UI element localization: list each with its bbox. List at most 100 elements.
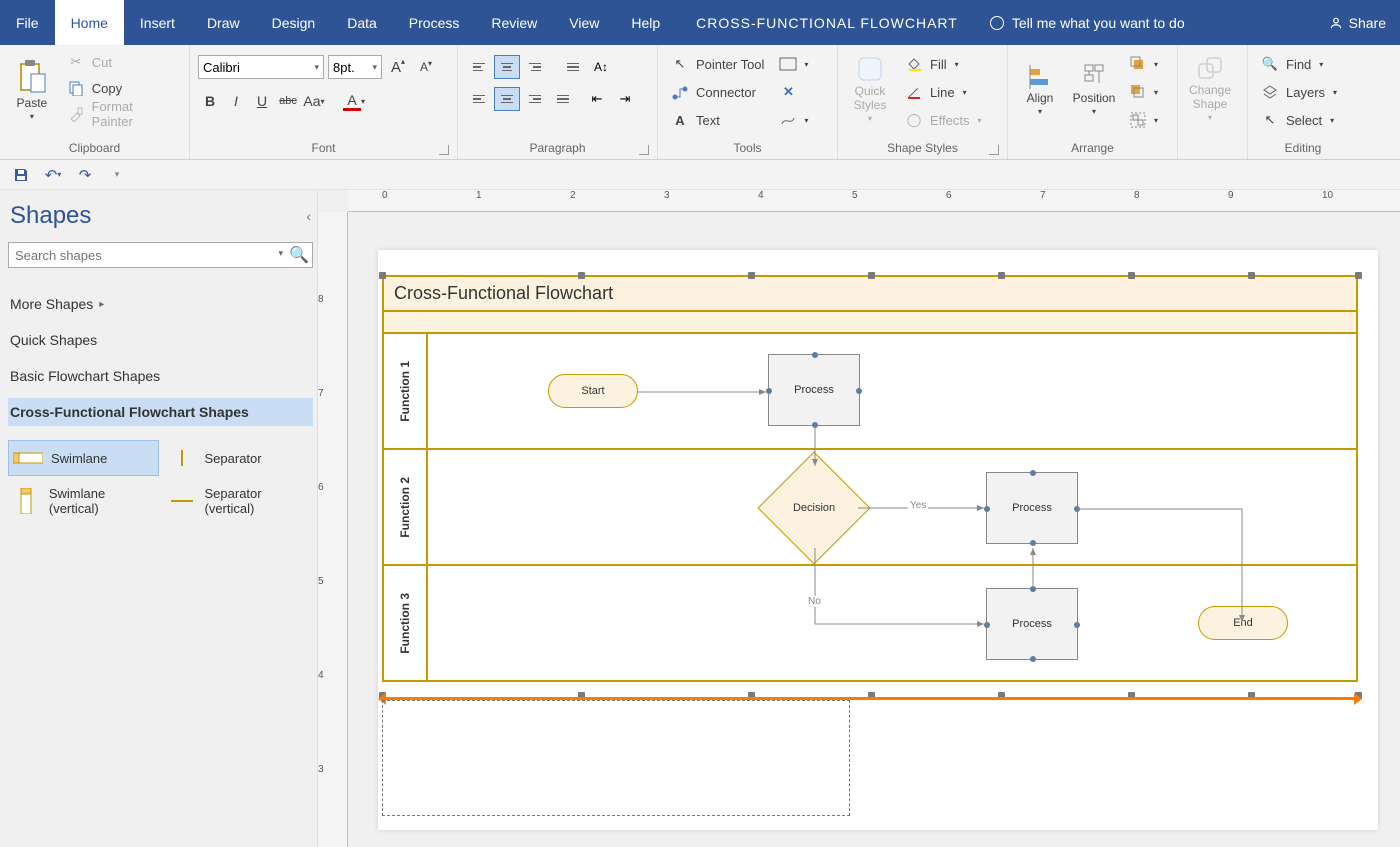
text-tool-button[interactable]: AText bbox=[666, 107, 768, 133]
align-top-left[interactable] bbox=[466, 55, 492, 79]
align-left[interactable] bbox=[466, 87, 492, 111]
canvas[interactable]: 0 1 2 3 4 5 6 7 8 9 10 8 7 6 5 4 3 Cross… bbox=[318, 190, 1400, 847]
line-button[interactable]: Line▾ bbox=[900, 79, 986, 105]
tab-process[interactable]: Process bbox=[393, 0, 476, 45]
paragraph-launcher[interactable] bbox=[639, 145, 649, 155]
redo-button[interactable]: ↷ bbox=[74, 164, 96, 186]
qat-customize[interactable]: ▾ bbox=[106, 164, 128, 186]
tell-me-search[interactable]: Tell me what you want to do bbox=[978, 0, 1197, 45]
tab-help[interactable]: Help bbox=[615, 0, 676, 45]
strike-button[interactable]: abc bbox=[276, 89, 300, 113]
increase-indent-button[interactable]: ⇥ bbox=[612, 87, 638, 111]
tab-data[interactable]: Data bbox=[331, 0, 393, 45]
rectangle-tool-button[interactable]: ▾ bbox=[774, 51, 812, 77]
tab-review[interactable]: Review bbox=[475, 0, 553, 45]
lane-2[interactable]: Function 2 Decision Process Yes bbox=[384, 450, 1356, 566]
change-case-button[interactable]: Aa▾ bbox=[302, 89, 326, 113]
font-name-combo[interactable]: Calibri▾ bbox=[198, 55, 324, 79]
cut-button[interactable]: ✂Cut bbox=[62, 49, 181, 75]
connector-tool-button[interactable]: Connector bbox=[666, 79, 768, 105]
align-button[interactable]: Align▾ bbox=[1016, 49, 1064, 129]
decrease-font-button[interactable]: A▾ bbox=[414, 55, 438, 79]
swimlane-title[interactable]: Cross-Functional Flowchart bbox=[384, 277, 1356, 312]
undo-button[interactable]: ↶▾ bbox=[42, 164, 64, 186]
italic-button[interactable]: I bbox=[224, 89, 248, 113]
basic-flowchart-link[interactable]: Basic Flowchart Shapes bbox=[8, 362, 313, 390]
line-tool-button[interactable]: ▾ bbox=[774, 107, 812, 133]
shape-process-3[interactable]: Process bbox=[986, 588, 1078, 660]
layers-button[interactable]: Layers▾ bbox=[1256, 79, 1341, 105]
shape-process-2[interactable]: Process bbox=[986, 472, 1078, 544]
tab-home[interactable]: Home bbox=[55, 0, 124, 45]
scissors-icon: ✂ bbox=[66, 52, 86, 72]
clipboard-icon bbox=[17, 58, 47, 94]
fill-button[interactable]: Fill▾ bbox=[900, 51, 986, 77]
tab-insert[interactable]: Insert bbox=[124, 0, 191, 45]
connection-point-button[interactable]: ✕ bbox=[774, 79, 812, 105]
phase-bar[interactable] bbox=[384, 312, 1356, 334]
lane-1-header[interactable]: Function 1 bbox=[384, 334, 428, 448]
align-center[interactable] bbox=[494, 87, 520, 111]
tab-file[interactable]: File bbox=[0, 0, 55, 45]
increase-font-button[interactable]: A▴ bbox=[386, 55, 410, 79]
swimlane-container[interactable]: Cross-Functional Flowchart Function 1 St… bbox=[382, 275, 1358, 682]
align-right[interactable] bbox=[522, 87, 548, 111]
decrease-indent-button[interactable]: ⇤ bbox=[584, 87, 610, 111]
tab-view[interactable]: View bbox=[553, 0, 615, 45]
effects-button[interactable]: ◯Effects▾ bbox=[900, 107, 986, 133]
search-icon[interactable]: 🔍 bbox=[289, 245, 309, 265]
shape-styles-launcher[interactable] bbox=[989, 145, 999, 155]
shape-end[interactable]: End bbox=[1198, 606, 1288, 640]
bold-button[interactable]: B bbox=[198, 89, 222, 113]
copy-button[interactable]: Copy bbox=[62, 75, 181, 101]
select-button[interactable]: ↖Select▾ bbox=[1256, 107, 1341, 133]
lane-2-header[interactable]: Function 2 bbox=[384, 450, 428, 564]
font-color-button[interactable]: A▾ bbox=[342, 89, 366, 113]
group-icon bbox=[1128, 110, 1148, 130]
search-shapes-input[interactable] bbox=[8, 242, 313, 268]
font-size-combo[interactable]: 8pt.▾ bbox=[328, 55, 382, 79]
paste-button[interactable]: Paste ▾ bbox=[8, 49, 56, 129]
tab-design[interactable]: Design bbox=[256, 0, 332, 45]
search-dropdown[interactable]: ▾ bbox=[278, 248, 283, 259]
shape-start[interactable]: Start bbox=[548, 374, 638, 408]
lane-3[interactable]: Function 3 Process End No bbox=[384, 566, 1356, 680]
stencil-swimlane[interactable]: Swimlane bbox=[8, 440, 159, 476]
quick-styles-button[interactable]: Quick Styles▾ bbox=[846, 49, 894, 129]
bullets-button[interactable] bbox=[560, 55, 586, 79]
stencil-separator-vertical[interactable]: Separator (vertical) bbox=[163, 480, 314, 522]
collapse-pane-button[interactable]: ‹ bbox=[306, 208, 311, 224]
format-painter-button[interactable]: Format Painter bbox=[62, 101, 181, 127]
align-top-right[interactable] bbox=[522, 55, 548, 79]
align-justify[interactable] bbox=[550, 87, 576, 111]
lane-1[interactable]: Function 1 Start Process bbox=[384, 334, 1356, 450]
pointer-tool-button[interactable]: ↖Pointer Tool bbox=[666, 51, 768, 77]
bring-front-button[interactable]: ▾ bbox=[1124, 51, 1162, 77]
stencil-separator[interactable]: Separator bbox=[163, 440, 314, 476]
tab-draw[interactable]: Draw bbox=[191, 0, 256, 45]
quick-shapes-link[interactable]: Quick Shapes bbox=[8, 326, 313, 354]
stencil-swimlane-vertical[interactable]: Swimlane (vertical) bbox=[8, 480, 159, 522]
save-button[interactable] bbox=[10, 164, 32, 186]
text-direction-button[interactable]: A↕ bbox=[588, 55, 614, 79]
font-launcher[interactable] bbox=[439, 145, 449, 155]
stencil-grid: Swimlane Separator Swimlane (vertical) S… bbox=[8, 440, 313, 522]
underline-button[interactable]: U bbox=[250, 89, 274, 113]
position-button[interactable]: Position▾ bbox=[1070, 49, 1118, 129]
shape-decision[interactable]: Decision bbox=[757, 451, 870, 564]
group-label-arrange: Arrange bbox=[1016, 139, 1169, 157]
change-shape-button[interactable]: Change Shape▾ bbox=[1186, 49, 1234, 129]
cross-functional-link[interactable]: Cross-Functional Flowchart Shapes bbox=[8, 398, 313, 426]
share-button[interactable]: Share bbox=[1315, 0, 1400, 45]
group-button[interactable]: ▾ bbox=[1124, 107, 1162, 133]
shape-process-1[interactable]: Process bbox=[768, 354, 860, 426]
bucket-icon bbox=[904, 54, 924, 74]
align-top-center[interactable] bbox=[494, 55, 520, 79]
group-editing: 🔍Find▾ Layers▾ ↖Select▾ Editing bbox=[1248, 45, 1358, 159]
drawing-page[interactable]: Cross-Functional Flowchart Function 1 St… bbox=[378, 250, 1378, 830]
more-shapes-link[interactable]: More Shapes▸ bbox=[8, 290, 313, 318]
shapes-pane: Shapes‹ ▾ 🔍 More Shapes▸ Quick Shapes Ba… bbox=[0, 190, 318, 847]
find-button[interactable]: 🔍Find▾ bbox=[1256, 51, 1341, 77]
send-back-button[interactable]: ▾ bbox=[1124, 79, 1162, 105]
lane-3-header[interactable]: Function 3 bbox=[384, 566, 428, 680]
